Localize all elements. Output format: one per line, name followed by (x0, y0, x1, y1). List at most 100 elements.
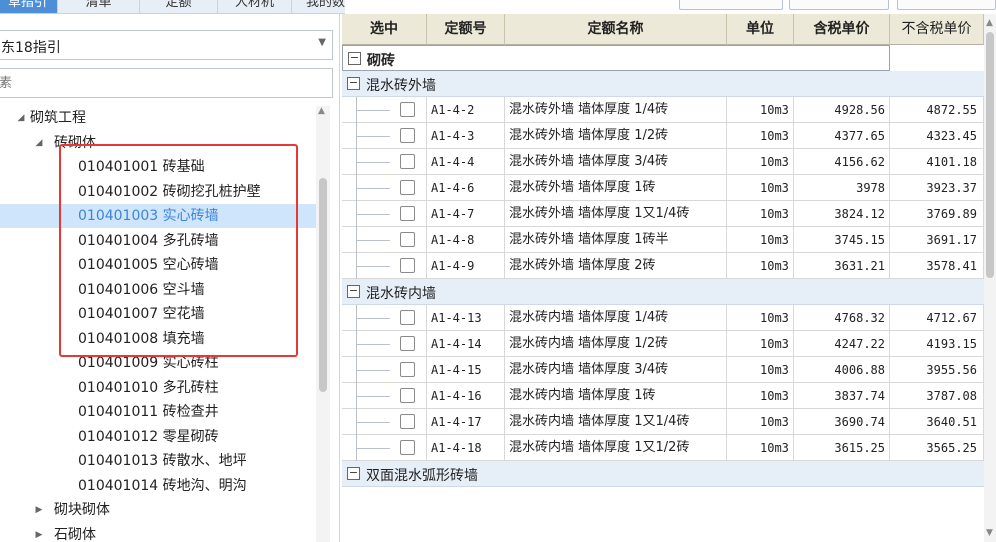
group-row-top[interactable]: − 砌砖 (342, 45, 890, 71)
toolbar-button[interactable] (897, 0, 996, 10)
notax-price-cell: 3769.89 (890, 201, 984, 227)
scroll-up-icon[interactable]: ▲ (318, 106, 325, 116)
scroll-down-icon[interactable]: ▼ (986, 528, 993, 538)
row-checkbox[interactable] (400, 310, 415, 325)
table-row[interactable]: A1-4-15 混水砖内墙 墙体厚度 3/4砖 10m3 4006.88 3955.56 (342, 357, 984, 383)
select-cell (342, 435, 427, 461)
row-checkbox[interactable] (400, 362, 415, 377)
row-checkbox[interactable] (400, 258, 415, 273)
table-row[interactable]: A1-4-17 混水砖内墙 墙体厚度 1又1/4砖 10m3 3690.74 3640.… (342, 409, 984, 435)
group-row[interactable]: − 双面混水弧形砖墙 (342, 461, 984, 487)
table-row[interactable]: A1-4-3 混水砖外墙 墙体厚度 1/2砖 10m3 4377.65 4323.45 (342, 123, 984, 149)
collapse-caret-icon[interactable]: ◢ (14, 106, 28, 130)
group-row[interactable]: − 混水砖外墙 (342, 71, 984, 97)
collapse-icon[interactable]: − (347, 467, 360, 480)
collapse-icon[interactable]: − (347, 77, 360, 90)
scrollbar-thumb[interactable] (319, 178, 327, 392)
column-header-unit[interactable]: 单位 (727, 14, 794, 45)
select-cell (342, 97, 427, 123)
tree-leaf-item[interactable]: 010401010 多孔砖柱 (0, 376, 316, 400)
group-title: 混水砖外墙 (366, 78, 436, 94)
collapse-icon[interactable]: − (348, 52, 361, 65)
tree-leaf-item[interactable]: 010401005 空心砖墙 (0, 253, 316, 277)
row-checkbox[interactable] (400, 336, 415, 351)
search-input[interactable] (0, 69, 332, 97)
expand-caret-icon[interactable]: ▶ (32, 498, 46, 522)
select-cell (342, 331, 427, 357)
tree-folder-item[interactable]: ▶ 石砌体 (0, 523, 316, 542)
tree-folder-item[interactable]: ▶ 砌块砌体 (0, 498, 316, 522)
tree-folder-item[interactable]: ◢ 砌筑工程 (0, 106, 316, 130)
column-header-notax-price[interactable]: 不含税单价 (890, 14, 984, 45)
collapse-icon[interactable]: − (347, 285, 360, 298)
scroll-up-icon[interactable]: ▲ (986, 18, 993, 28)
tree-scrollbar[interactable]: ▲ (316, 106, 330, 542)
table-row[interactable]: A1-4-2 混水砖外墙 墙体厚度 1/4砖 10m3 4928.56 4872.55 (342, 97, 984, 123)
select-cell (342, 409, 427, 435)
scrollbar-thumb[interactable] (986, 32, 994, 278)
toolbar-button[interactable] (789, 0, 889, 10)
column-header-code[interactable]: 定额号 (427, 14, 505, 45)
quota-name-cell: 混水砖外墙 墙体厚度 2砖 (505, 253, 727, 279)
table-row[interactable]: A1-4-13 混水砖内墙 墙体厚度 1/4砖 10m3 4768.32 4712.67 (342, 305, 984, 331)
tree-leaf-item[interactable]: 010401013 砖散水、地坪 (0, 449, 316, 473)
tab-labor-material[interactable]: 人材机 (218, 0, 292, 13)
table-row[interactable]: A1-4-6 混水砖外墙 墙体厚度 1砖 10m3 3978 3923.37 (342, 175, 984, 201)
table-row[interactable]: A1-4-4 混水砖外墙 墙体厚度 3/4砖 10m3 4156.62 4101.18 (342, 149, 984, 175)
row-checkbox[interactable] (400, 388, 415, 403)
row-checkbox[interactable] (400, 128, 415, 143)
table-row[interactable]: A1-4-16 混水砖内墙 墙体厚度 1砖 10m3 3837.74 3787.08 (342, 383, 984, 409)
tab-my-data[interactable]: 我的数据 (292, 0, 345, 13)
tree-item-label: 010401003 实心砖墙 (78, 208, 219, 224)
unit-cell: 10m3 (727, 97, 794, 123)
tax-price-cell: 3631.21 (794, 253, 890, 279)
table-row[interactable]: A1-4-9 混水砖外墙 墙体厚度 2砖 10m3 3631.21 3578.41 (342, 253, 984, 279)
tree-leaf-item[interactable]: 010401006 空斗墙 (0, 278, 316, 302)
group-row[interactable]: − 混水砖内墙 (342, 279, 984, 305)
guide-select-value: 东18指引 (1, 40, 61, 56)
row-checkbox[interactable] (400, 440, 415, 455)
grid-scrollbar[interactable]: ▲ ▼ (984, 14, 996, 542)
column-header-select[interactable]: 选中 (342, 14, 427, 45)
row-checkbox[interactable] (400, 232, 415, 247)
column-header-name[interactable]: 定额名称 (505, 14, 727, 45)
tree-leaf-item[interactable]: 010401003 实心砖墙 (0, 204, 316, 228)
collapse-caret-icon[interactable]: ◢ (32, 131, 46, 155)
guide-select[interactable]: 东18指引 ▼ (0, 30, 333, 60)
column-header-tax-price[interactable]: 含税单价 (794, 14, 890, 45)
tab-bill[interactable]: 清单 (58, 0, 140, 13)
chevron-down-icon: ▼ (318, 37, 326, 48)
tree-line (356, 448, 390, 449)
tree-leaf-item[interactable]: 010401011 砖检查井 (0, 400, 316, 424)
row-checkbox[interactable] (400, 102, 415, 117)
tree-leaf-item[interactable]: 010401007 空花墙 (0, 302, 316, 326)
guide-tree: ◢ 砌筑工程 ◢ 砖砌体 010401001 砖基础 010401002 砖砌挖孔桩护壁 0… (0, 106, 316, 542)
tree-leaf-item[interactable]: 010401002 砖砌挖孔桩护壁 (0, 180, 316, 204)
row-checkbox[interactable] (400, 180, 415, 195)
tree-leaf-item[interactable]: 010401004 多孔砖墙 (0, 229, 316, 253)
tree-leaf-item[interactable]: 010401012 零星砌砖 (0, 425, 316, 449)
quota-code-cell: A1-4-15 (427, 357, 505, 383)
quota-code-cell: A1-4-17 (427, 409, 505, 435)
tree-item-label: 砌筑工程 (30, 110, 86, 126)
table-row[interactable]: A1-4-14 混水砖内墙 墙体厚度 1/2砖 10m3 4247.22 4193.15 (342, 331, 984, 357)
tree-folder-item[interactable]: ◢ 砖砌体 (0, 131, 316, 155)
notax-price-cell: 3787.08 (890, 383, 984, 409)
table-row[interactable]: A1-4-7 混水砖外墙 墙体厚度 1又1/4砖 10m3 3824.12 3769.8… (342, 201, 984, 227)
tab-guide[interactable]: 草指引 (0, 0, 58, 13)
tree-leaf-item[interactable]: 010401014 砖地沟、明沟 (0, 474, 316, 498)
toolbar-button[interactable] (679, 0, 783, 10)
tree-leaf-item[interactable]: 010401008 填充墙 (0, 327, 316, 351)
quota-code-cell: A1-4-9 (427, 253, 505, 279)
unit-cell: 10m3 (727, 409, 794, 435)
row-checkbox[interactable] (400, 414, 415, 429)
table-row[interactable]: A1-4-8 混水砖外墙 墙体厚度 1砖半 10m3 3745.15 3691.17 (342, 227, 984, 253)
tree-leaf-item[interactable]: 010401009 实心砖柱 (0, 351, 316, 375)
tab-quota[interactable]: 定额 (140, 0, 218, 13)
table-row[interactable]: A1-4-18 混水砖内墙 墙体厚度 1又1/2砖 10m3 3615.25 3565.… (342, 435, 984, 461)
expand-caret-icon[interactable]: ▶ (32, 523, 46, 542)
tree-leaf-item[interactable]: 010401001 砖基础 (0, 155, 316, 179)
row-checkbox[interactable] (400, 154, 415, 169)
row-checkbox[interactable] (400, 206, 415, 221)
search-input-box[interactable] (0, 68, 333, 98)
